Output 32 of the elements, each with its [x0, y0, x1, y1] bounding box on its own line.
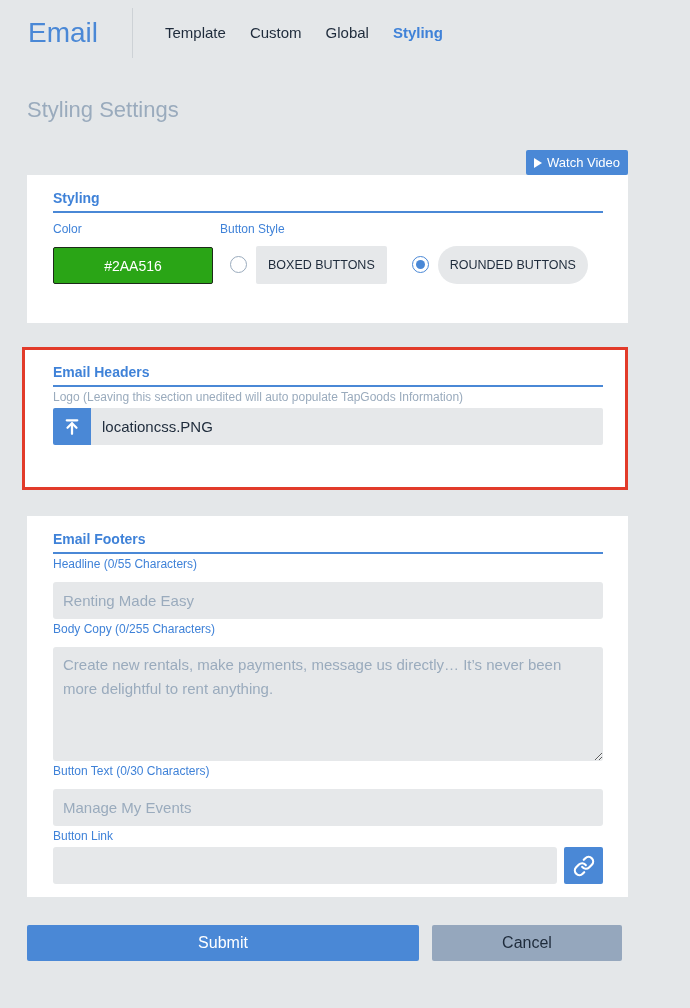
text-area[interactable]: Create new rentals, make payments, message us directly… It’s never been more delightful to rent anything. [53, 647, 603, 761]
app-title: Email [28, 17, 98, 49]
field-label: Color [53, 221, 82, 237]
nav-tab[interactable]: Custom [249, 24, 302, 42]
link-icon [572, 854, 595, 877]
section-title: Styling [53, 190, 603, 213]
file-name-field[interactable]: locationcss.PNG [91, 408, 603, 445]
field-label: Headline (0/55 Characters) [53, 557, 198, 571]
section-title: Email Footers [53, 531, 603, 554]
play-icon [534, 157, 542, 168]
link-input[interactable] [53, 847, 557, 884]
field-label: Button Text (0/30 Characters) [53, 764, 210, 778]
upload-icon [63, 417, 81, 436]
upload-button[interactable] [53, 408, 91, 445]
section-title: Email Headers [53, 364, 603, 387]
field-label: Logo (Leaving this section unedited will auto populate TapGoods Information) [53, 390, 464, 404]
nav-tab[interactable]: Template [165, 24, 226, 42]
text-input[interactable]: Manage My Events [53, 789, 603, 826]
radio-button[interactable] [411, 256, 429, 273]
field-label: Button Style [220, 221, 285, 237]
field-label: Body Copy (0/255 Characters) [53, 622, 216, 636]
cancel-button[interactable]: Cancel [432, 925, 622, 961]
link-button[interactable] [564, 847, 603, 884]
style-option[interactable]: ROUNDED BUTTONS [437, 245, 588, 284]
nav-tab[interactable]: Global [325, 24, 369, 42]
watch-video-button[interactable]: Watch Video [526, 150, 628, 175]
submit-button[interactable]: Submit [27, 925, 419, 961]
text-input[interactable]: Renting Made Easy [53, 582, 603, 619]
radio-button[interactable] [230, 256, 247, 273]
field-label: Button Link [53, 829, 114, 843]
page-title: Styling Settings [27, 97, 179, 123]
style-option[interactable]: BOXED BUTTONS [256, 245, 387, 284]
